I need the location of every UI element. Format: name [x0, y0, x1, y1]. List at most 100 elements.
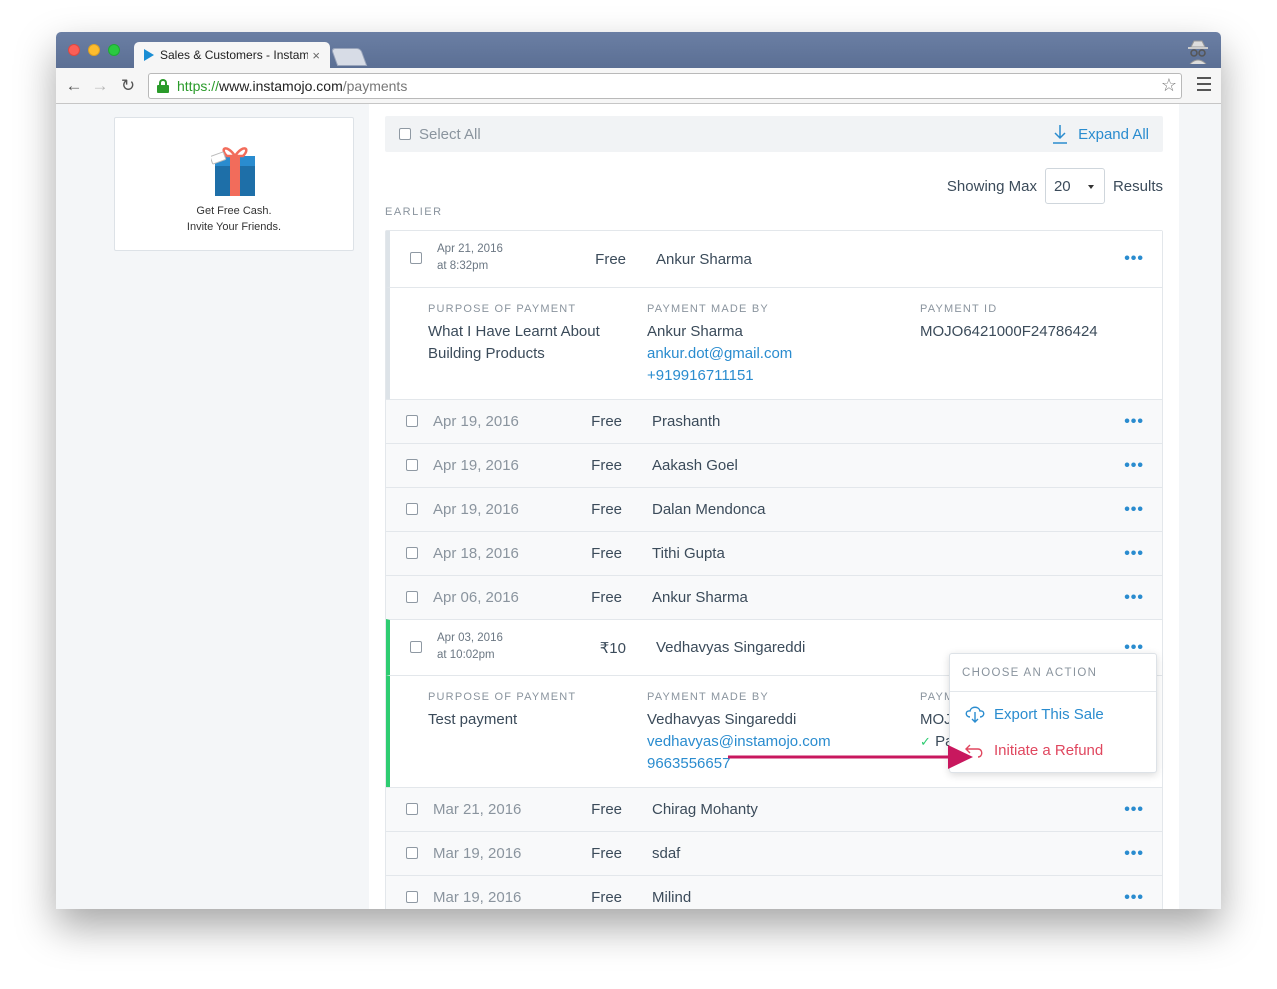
payment-date: Mar 19, 2016 [433, 889, 522, 906]
row-checkbox[interactable] [406, 459, 418, 471]
action-menu: CHOOSE AN ACTION Export This Sale Initia… [949, 653, 1157, 773]
browser-tab[interactable]: Sales & Customers - Instamojo × [134, 42, 330, 68]
payment-row[interactable]: Apr 19, 2016 Free Aakash Goel ••• [386, 443, 1162, 487]
incognito-icon [1188, 40, 1208, 64]
cloud-download-icon [965, 706, 985, 723]
payer-column: PAYMENT MADE BY Vedhavyas Singareddi ved… [647, 691, 831, 775]
initiate-refund-menu-item[interactable]: Initiate a Refund [950, 732, 1156, 768]
row-checkbox[interactable] [406, 891, 418, 903]
payment-amount: Free [591, 589, 622, 606]
expand-all-button[interactable]: Expand All [1052, 116, 1149, 152]
purpose-line-1: What I Have Learnt About [428, 323, 600, 340]
buyer-name: Prashanth [652, 413, 721, 430]
payment-row[interactable]: Mar 21, 2016 Free Chirag Mohanty ••• [386, 787, 1162, 831]
payment-row[interactable]: Mar 19, 2016 Free sdaf ••• [386, 831, 1162, 875]
payment-amount: Free [591, 889, 622, 906]
payer-phone-link[interactable]: 9663556657 [647, 753, 831, 775]
payment-date: Apr 19, 2016 [433, 501, 519, 518]
purpose-column: PURPOSE OF PAYMENT What I Have Learnt Ab… [428, 303, 600, 365]
row-checkbox[interactable] [406, 415, 418, 427]
payer-phone-link[interactable]: +919916711151 [647, 365, 792, 387]
purpose-label: PURPOSE OF PAYMENT [428, 691, 577, 703]
select-all-label[interactable]: Select All [419, 126, 481, 143]
more-actions-icon[interactable]: ••• [1124, 589, 1144, 607]
more-actions-icon[interactable]: ••• [1124, 889, 1144, 907]
url-protocol: https:// [177, 78, 220, 94]
payer-email-link[interactable]: vedhavyas@instamojo.com [647, 731, 831, 753]
lock-icon [157, 79, 169, 93]
check-circle-icon: ✓ [920, 734, 931, 749]
new-tab-button[interactable] [330, 48, 368, 66]
caret-down-icon [1087, 185, 1094, 189]
address-bar[interactable]: https://www.instamojo.com/payments ☆ [148, 73, 1182, 99]
payment-row-expanded[interactable]: Apr 21, 2016 at 8:32pm Free Ankur Sharma… [386, 231, 1162, 287]
bulk-action-bar: Select All Expand All [385, 116, 1163, 152]
results-per-page-select[interactable]: 20 [1044, 168, 1105, 204]
payment-amount: Free [591, 801, 622, 818]
row-checkbox[interactable] [406, 503, 418, 515]
payment-amount: Free [595, 250, 626, 268]
payer-name: Vedhavyas Singareddi [647, 711, 797, 728]
payment-datetime: Apr 21, 2016 at 8:32pm [437, 241, 503, 275]
payment-amount: ₹10 [599, 639, 626, 657]
url-path: /payments [342, 78, 408, 94]
more-actions-icon[interactable]: ••• [1124, 545, 1144, 563]
buyer-name: Tithi Gupta [652, 545, 725, 562]
gift-icon [211, 147, 255, 196]
payment-row[interactable]: Apr 19, 2016 Free Dalan Mendonca ••• [386, 487, 1162, 531]
payment-time: at 8:32pm [437, 260, 489, 272]
payment-row[interactable]: Apr 18, 2016 Free Tithi Gupta ••• [386, 531, 1162, 575]
buyer-name: Ankur Sharma [656, 250, 752, 268]
export-sale-label: Export This Sale [994, 705, 1104, 723]
payment-amount: Free [591, 413, 622, 430]
reload-icon[interactable]: ↻ [118, 76, 138, 96]
buyer-name: Chirag Mohanty [652, 801, 758, 818]
buyer-name: Milind [652, 889, 692, 906]
browser-toolbar: ← → ↻ https://www.instamojo.com/payments… [56, 68, 1221, 104]
select-all-checkbox[interactable] [399, 128, 411, 140]
payment-row[interactable]: Apr 06, 2016 Free Ankur Sharma ••• [386, 575, 1162, 619]
more-actions-icon[interactable]: ••• [1124, 845, 1144, 863]
row-checkbox[interactable] [406, 591, 418, 603]
more-actions-icon[interactable]: ••• [1124, 457, 1144, 475]
payment-row[interactable]: Mar 19, 2016 Free Milind ••• [386, 875, 1162, 909]
tab-close-icon[interactable]: × [312, 48, 320, 63]
export-sale-menu-item[interactable]: Export This Sale [950, 696, 1156, 732]
zoom-window-button[interactable] [108, 44, 120, 56]
row-checkbox[interactable] [406, 803, 418, 815]
promo-line-2: Invite Your Friends. [186, 221, 282, 233]
payment-row[interactable]: Apr 19, 2016 Free Prashanth ••• [386, 399, 1162, 443]
close-window-button[interactable] [68, 44, 80, 56]
back-arrow-icon[interactable]: ← [64, 76, 84, 96]
referral-promo-card[interactable]: Get Free Cash. Invite Your Friends. [114, 117, 354, 251]
payer-label: PAYMENT MADE BY [647, 691, 769, 703]
payment-date: Apr 03, 2016 [437, 632, 503, 644]
more-actions-icon[interactable]: ••• [1124, 801, 1144, 819]
payer-column: PAYMENT MADE BY Ankur Sharma ankur.dot@g… [647, 303, 792, 387]
more-actions-icon[interactable]: ••• [1124, 501, 1144, 519]
more-actions-icon[interactable]: ••• [1124, 250, 1144, 268]
row-checkbox[interactable] [406, 847, 418, 859]
row-checkbox[interactable] [406, 547, 418, 559]
download-arrow-icon [1053, 125, 1068, 144]
buyer-name: Ankur Sharma [652, 589, 748, 606]
action-menu-title: CHOOSE AN ACTION [950, 654, 1156, 692]
payment-date: Mar 19, 2016 [433, 845, 522, 862]
payment-date: Apr 21, 2016 [437, 243, 503, 255]
promo-text: Get Free Cash. Invite Your Friends. [115, 203, 353, 235]
hamburger-menu-icon[interactable] [1197, 77, 1211, 95]
more-actions-icon[interactable]: ••• [1124, 413, 1144, 431]
forward-arrow-icon[interactable]: → [90, 76, 110, 96]
row-checkbox[interactable] [410, 641, 422, 653]
payment-amount: Free [591, 545, 622, 562]
bookmark-star-icon[interactable]: ☆ [1161, 75, 1177, 96]
results-per-page-value: 20 [1053, 177, 1071, 195]
payer-email-link[interactable]: ankur.dot@gmail.com [647, 343, 792, 365]
payments-panel: Select All Expand All Showing Max 20 Res… [369, 104, 1179, 909]
payment-id-column: PAYMENT ID MOJO6421000F24786424 [920, 303, 1098, 343]
row-checkbox[interactable] [410, 252, 422, 264]
minimize-window-button[interactable] [88, 44, 100, 56]
payment-id: MOJO6421000F24786424 [920, 323, 1098, 340]
page-content: Get Free Cash. Invite Your Friends. Sele… [56, 104, 1221, 909]
payment-details: PURPOSE OF PAYMENT What I Have Learnt Ab… [386, 287, 1162, 399]
